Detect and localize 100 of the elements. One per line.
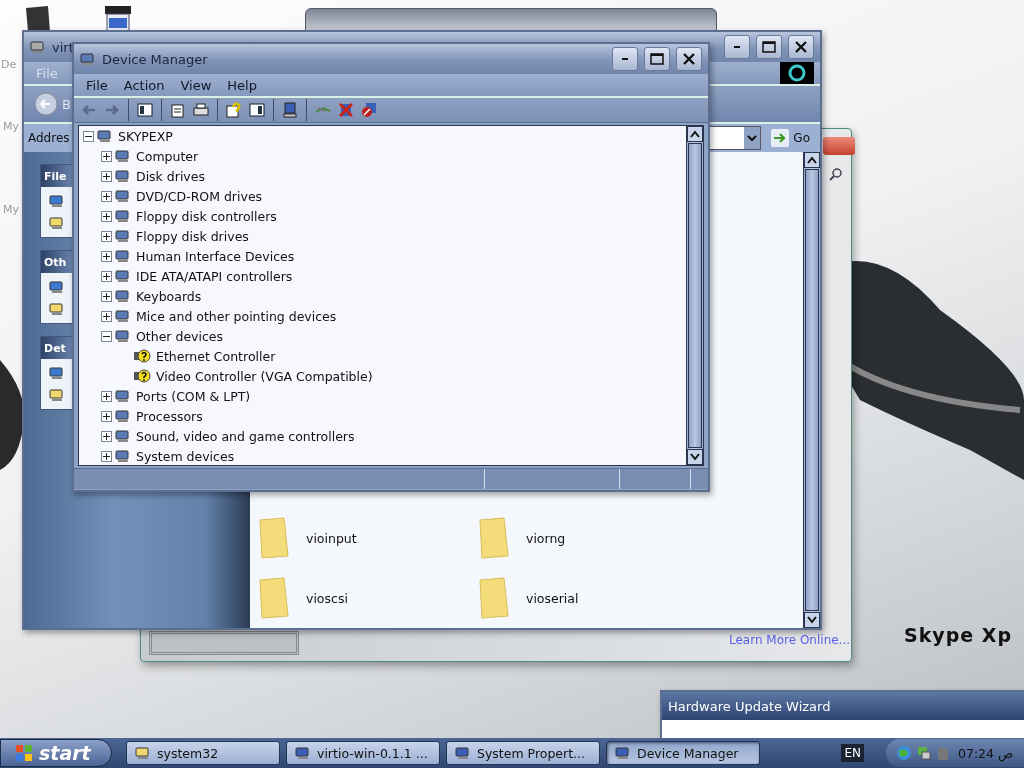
task-group-header[interactable]: Det: [41, 337, 73, 359]
start-button[interactable]: start: [0, 739, 112, 767]
address-field[interactable]: [707, 126, 762, 150]
maximize-button[interactable]: [756, 35, 782, 59]
device-icon: [115, 188, 131, 204]
minimize-button[interactable]: [724, 35, 750, 59]
scroll-down-button[interactable]: [687, 449, 703, 465]
expand-toggle[interactable]: [101, 390, 112, 402]
close-button[interactable]: [676, 47, 702, 71]
tree-node[interactable]: Other devices: [134, 328, 226, 344]
collapse-toggle[interactable]: [83, 130, 94, 142]
window-title: Device Manager: [102, 51, 209, 67]
tree-node[interactable]: Ports (COM & LPT): [134, 388, 253, 404]
app-icon: [80, 51, 96, 67]
plus-icon: [103, 432, 110, 440]
menu-item[interactable]: Action: [117, 75, 171, 95]
properties-icon[interactable]: [169, 101, 187, 119]
address-label: Addres: [28, 131, 71, 145]
tree-node[interactable]: Floppy disk controllers: [134, 208, 279, 224]
tree-node[interactable]: Floppy disk drives: [134, 228, 251, 244]
window-title: Hardware Update Wizard: [668, 698, 832, 714]
menu-item[interactable]: Help: [221, 75, 263, 95]
tree-node[interactable]: SKYPEXP: [116, 128, 175, 144]
caret-up-icon: [690, 130, 700, 138]
button[interactable]: [149, 631, 299, 655]
scrollbar[interactable]: [803, 152, 820, 628]
caret-down-icon: [807, 616, 817, 624]
device-icon: [115, 408, 131, 424]
folder-icon: [478, 576, 512, 620]
tree-node[interactable]: Human Interface Devices: [134, 248, 297, 264]
language-indicator[interactable]: EN: [841, 744, 864, 762]
clock[interactable]: 07:24 ص: [958, 745, 1014, 761]
taskbar-button[interactable]: Device Manager: [606, 741, 760, 765]
taskbar-button[interactable]: system32: [126, 741, 280, 765]
menu-item[interactable]: View: [174, 75, 218, 95]
learn-more-link[interactable]: Learn More Online...: [729, 633, 851, 647]
expand-toggle[interactable]: [101, 170, 112, 182]
expand-toggle[interactable]: [101, 250, 112, 262]
tree-node[interactable]: Disk drives: [134, 168, 207, 184]
device-icon: [115, 208, 131, 224]
expand-toggle[interactable]: [101, 210, 112, 222]
menu-item[interactable]: File: [80, 75, 114, 95]
tree-node[interactable]: Processors: [134, 408, 205, 424]
panel-icon[interactable]: [136, 101, 154, 119]
expand-toggle[interactable]: [101, 410, 112, 422]
scroll-up-button[interactable]: [804, 152, 820, 168]
caret-down-icon: [690, 453, 700, 461]
folder-name[interactable]: vioscsi: [306, 590, 348, 606]
expand-toggle[interactable]: [101, 450, 112, 462]
folder-name[interactable]: vioinput: [306, 530, 357, 546]
collapse-toggle[interactable]: [101, 330, 112, 342]
tree-node[interactable]: Computer: [134, 148, 201, 164]
minimize-icon: [733, 45, 741, 49]
expand-toggle[interactable]: [101, 310, 112, 322]
network-icon[interactable]: [916, 745, 932, 761]
folder-name[interactable]: vioserial: [526, 590, 579, 606]
task-group-header[interactable]: Oth: [41, 251, 73, 273]
task-item-icon: [49, 365, 65, 381]
tree-node[interactable]: Video Controller (VGA Compatible): [154, 368, 375, 384]
expand-toggle[interactable]: [101, 230, 112, 242]
tree-node[interactable]: Keyboards: [134, 288, 204, 304]
scroll-up-button[interactable]: [687, 126, 703, 142]
tree-node[interactable]: Sound, video and game controllers: [134, 428, 357, 444]
printer-icon[interactable]: [192, 101, 210, 119]
tree-node[interactable]: Mice and other pointing devices: [134, 308, 339, 324]
uninstall-icon[interactable]: [337, 101, 355, 119]
expand-toggle[interactable]: [101, 270, 112, 282]
scrollbar[interactable]: [686, 126, 703, 465]
device-icon: [115, 288, 131, 304]
close-button[interactable]: [788, 35, 814, 59]
tree-node[interactable]: System devices: [134, 448, 237, 464]
tree-node[interactable]: IDE ATA/ATAPI controllers: [134, 268, 295, 284]
device-icon: [115, 228, 131, 244]
taskbar-button[interactable]: System Propert...: [446, 741, 600, 765]
minimize-button[interactable]: [612, 47, 638, 71]
tree-node[interactable]: DVD/CD-ROM drives: [134, 188, 265, 204]
window-icon: [135, 745, 151, 761]
scroll-down-button[interactable]: [804, 612, 820, 628]
plus-icon: [103, 172, 110, 180]
plus-icon: [103, 192, 110, 200]
window-icon: [615, 745, 631, 761]
maximize-icon: [650, 53, 664, 65]
device-icon: [115, 248, 131, 264]
expand-toggle[interactable]: [101, 190, 112, 202]
disable-icon[interactable]: [360, 101, 378, 119]
maximize-button[interactable]: [644, 47, 670, 71]
computer-scan-icon[interactable]: [281, 101, 299, 119]
help-icon[interactable]: [225, 101, 243, 119]
expand-toggle[interactable]: [101, 150, 112, 162]
go-button[interactable]: Go: [765, 129, 816, 147]
plus-icon: [103, 152, 110, 160]
task-group-header[interactable]: File: [41, 165, 73, 187]
search-icon[interactable]: [829, 167, 843, 181]
window-icon: [455, 745, 471, 761]
expand-toggle[interactable]: [101, 290, 112, 302]
folder-name[interactable]: viorng: [526, 530, 566, 546]
panel-icon[interactable]: [248, 101, 266, 119]
taskbar-button[interactable]: virtio-win-0.1.1 ...: [286, 741, 440, 765]
expand-toggle[interactable]: [101, 430, 112, 442]
tree-node[interactable]: Ethernet Controller: [154, 348, 278, 364]
